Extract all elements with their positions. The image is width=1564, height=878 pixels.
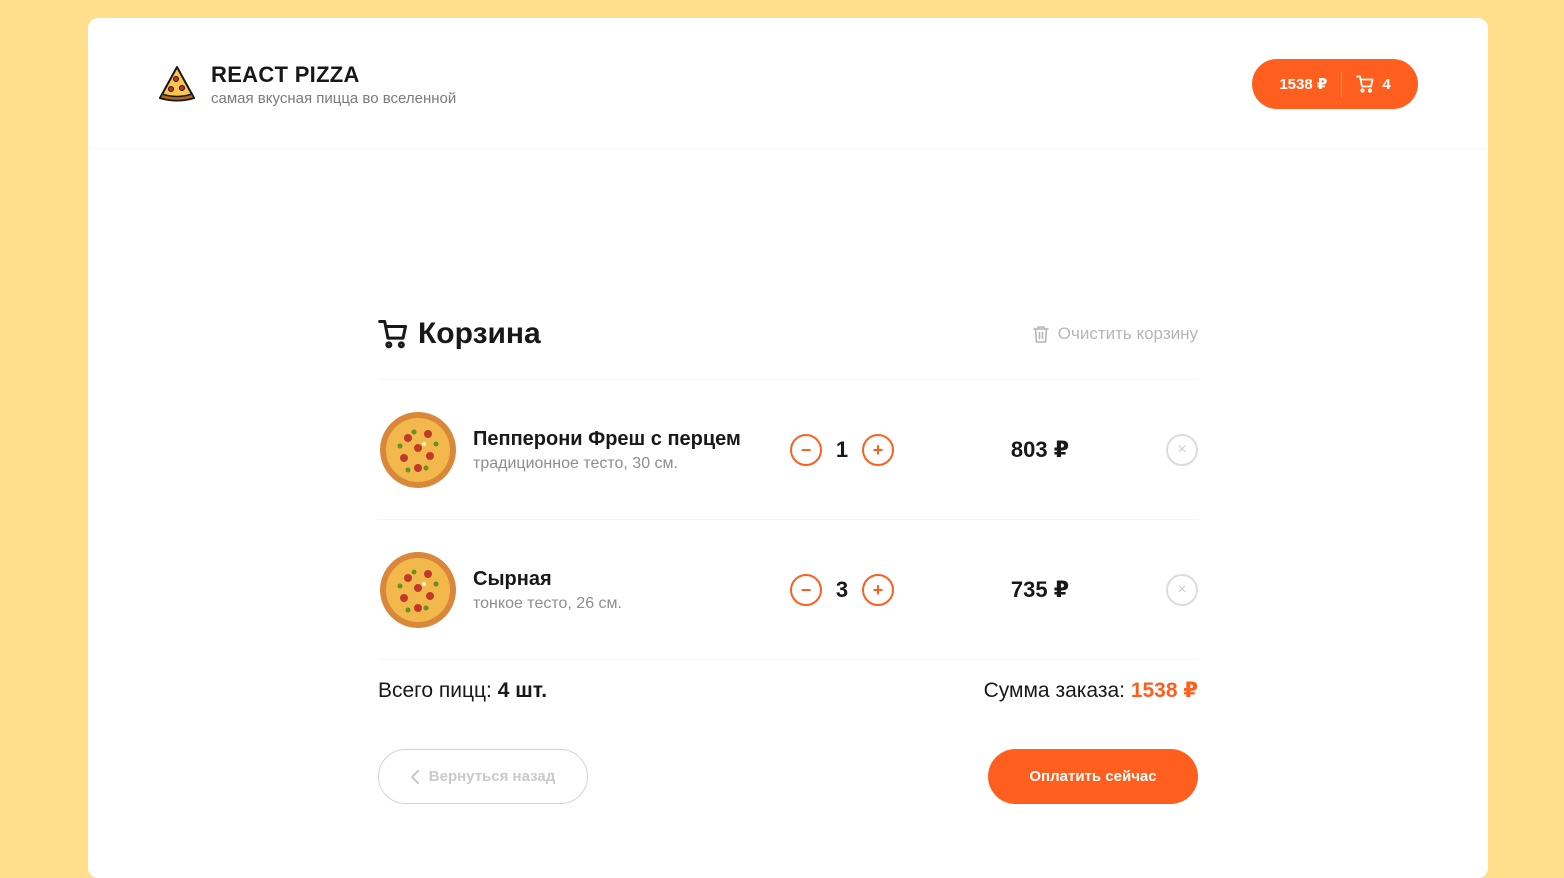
header-cart-count: 4 xyxy=(1382,75,1391,93)
pay-now-label: Оплатить сейчас xyxy=(1029,768,1157,785)
cart-item: Сырная тонкое тесто, 26 см. − 3 + 735 ₽ … xyxy=(378,520,1198,660)
increase-button[interactable]: + xyxy=(862,573,894,606)
chevron-left-icon xyxy=(410,769,419,784)
total-pizzas-value: 4 шт. xyxy=(497,678,548,702)
quantity-value: 3 xyxy=(835,576,849,602)
cart-buttons: Вернуться назад Оплатить сейчас xyxy=(378,749,1198,804)
cart-top: Корзина Очистить корзину xyxy=(378,316,1198,352)
cart-title-text: Корзина xyxy=(418,317,541,350)
header-cart-separator xyxy=(1341,71,1343,97)
pizza-logo-icon xyxy=(158,66,196,102)
cart-icon xyxy=(1356,75,1374,93)
cart-item-description: тонкое тесто, 26 см. xyxy=(473,594,622,612)
pay-now-button[interactable]: Оплатить сейчас xyxy=(988,749,1198,804)
cart-item-name: Сырная xyxy=(473,567,552,590)
go-back-label: Вернуться назад xyxy=(428,768,556,785)
cart-title: Корзина xyxy=(378,317,541,351)
cart-item-info: Сырная тонкое тесто, 26 см. xyxy=(473,567,783,613)
increase-button[interactable]: + xyxy=(862,433,894,466)
page-wrapper: REACT PIZZA самая вкусная пицца во вселе… xyxy=(88,18,1488,878)
clear-cart-button[interactable]: Очистить корзину xyxy=(1032,324,1198,344)
decrease-button[interactable]: − xyxy=(790,573,822,606)
cart-icon xyxy=(378,320,407,349)
cart-item: Пепперони Фреш с перцем традиционное тес… xyxy=(378,380,1198,520)
logo-subtitle: самая вкусная пицца во вселенной xyxy=(211,90,457,107)
total-pizzas: Всего пицц: 4 шт. xyxy=(378,679,547,703)
header-cart-button[interactable]: 1538 ₽ 4 xyxy=(1252,59,1418,109)
logo[interactable]: REACT PIZZA самая вкусная пицца во вселе… xyxy=(158,62,456,107)
quantity-value: 1 xyxy=(835,436,849,462)
trash-icon xyxy=(1032,326,1049,343)
cart-item-description: традиционное тесто, 30 см. xyxy=(473,454,678,472)
cart-item-name: Пепперони Фреш с перцем xyxy=(473,427,741,450)
cart-item-price: 735 ₽ xyxy=(1010,576,1070,602)
pizza-image xyxy=(380,551,456,628)
cart-item-price: 803 ₽ xyxy=(1010,436,1070,462)
quantity-stepper: − 3 + xyxy=(790,573,940,606)
cart-summary: Всего пицц: 4 шт. Сумма заказа: 1538 ₽ xyxy=(378,678,1198,703)
order-sum: Сумма заказа: 1538 ₽ xyxy=(984,678,1198,703)
pizza-image xyxy=(380,411,456,488)
go-back-button[interactable]: Вернуться назад xyxy=(378,749,588,804)
total-pizzas-label: Всего пицц: xyxy=(378,678,498,702)
clear-cart-label: Очистить корзину xyxy=(1057,324,1198,343)
decrease-button[interactable]: − xyxy=(790,433,822,466)
remove-item-button[interactable]: × xyxy=(1166,574,1198,606)
header: REACT PIZZA самая вкусная пицца во вселе… xyxy=(88,18,1488,149)
logo-title: REACT PIZZA xyxy=(211,62,360,87)
quantity-stepper: − 1 + xyxy=(790,433,940,466)
order-sum-value: 1538 ₽ xyxy=(1130,679,1198,702)
header-cart-total: 1538 ₽ xyxy=(1279,76,1328,93)
order-sum-label: Сумма заказа: xyxy=(983,679,1131,702)
cart-item-info: Пепперони Фреш с перцем традиционное тес… xyxy=(473,427,783,473)
logo-text: REACT PIZZA самая вкусная пицца во вселе… xyxy=(211,62,456,107)
cart-section: Корзина Очистить корзину Пепперони Фреш … xyxy=(378,316,1198,804)
remove-item-button[interactable]: × xyxy=(1166,434,1198,466)
